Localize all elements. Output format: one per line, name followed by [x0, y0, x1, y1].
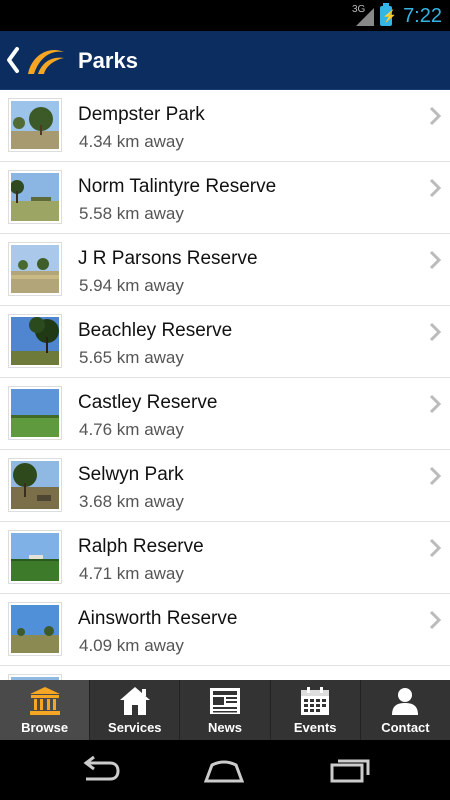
list-item[interactable]: Castley Reserve 4.76 km away: [0, 378, 450, 450]
contact-icon: [392, 688, 419, 715]
browse-icon: [29, 687, 60, 715]
list-item[interactable]: Selwyn Park 3.68 km away: [0, 450, 450, 522]
park-distance: 4.09 km away: [79, 636, 184, 655]
recents-nav-icon[interactable]: [326, 755, 374, 785]
events-icon: [301, 687, 330, 715]
chevron-right-icon: [429, 178, 442, 198]
back-icon[interactable]: [4, 45, 22, 75]
tab-label: Contact: [381, 720, 430, 735]
park-name: Beachley Reserve: [78, 320, 233, 341]
park-thumbnail: [8, 530, 62, 584]
services-icon: [119, 687, 150, 715]
tab-browse[interactable]: Browse: [0, 680, 91, 740]
chevron-right-icon: [429, 250, 442, 270]
park-name: Dempster Park: [78, 104, 205, 125]
park-name: Ralph Reserve: [78, 536, 204, 557]
list-item[interactable]: J R Parsons Reserve 5.94 km away: [0, 234, 450, 306]
tab-contact[interactable]: Contact: [361, 680, 450, 740]
tab-label: Services: [108, 720, 162, 735]
tab-label: Browse: [21, 720, 69, 735]
park-distance: 5.94 km away: [79, 276, 184, 295]
chevron-right-icon: [429, 538, 442, 558]
system-nav-bar: [0, 740, 450, 800]
chevron-right-icon: [429, 106, 442, 126]
tab-news[interactable]: News: [180, 680, 271, 740]
park-thumbnail: [8, 386, 62, 440]
list-item[interactable]: Beachley Reserve 5.65 km away: [0, 306, 450, 378]
bottom-tab-bar: Browse Services News Events Contact: [0, 680, 450, 740]
battery-icon: ⚡: [380, 3, 397, 26]
park-thumbnail: [8, 458, 62, 512]
park-name: Norm Talintyre Reserve: [78, 176, 277, 197]
park-distance: 5.65 km away: [79, 348, 184, 367]
chevron-right-icon: [429, 322, 442, 342]
chevron-right-icon: [429, 610, 442, 630]
parks-list: Dempster Park 4.34 km away Norm Talintyr…: [0, 90, 450, 680]
chevron-right-icon: [429, 466, 442, 486]
tab-label: News: [208, 720, 242, 735]
park-distance: 3.68 km away: [79, 492, 184, 511]
tab-label: Events: [293, 720, 337, 735]
park-name: Selwyn Park: [78, 464, 184, 485]
app-bar: Parks: [0, 31, 450, 90]
park-distance: 4.76 km away: [79, 420, 184, 439]
list-item[interactable]: Ainsworth Reserve 4.09 km away: [0, 594, 450, 666]
tab-services[interactable]: Services: [90, 680, 181, 740]
park-name: J R Parsons Reserve: [78, 248, 258, 269]
home-nav-icon[interactable]: [200, 755, 248, 785]
park-name: Ainsworth Reserve: [78, 608, 238, 629]
park-thumbnail: [8, 170, 62, 224]
tab-events[interactable]: Events: [271, 680, 361, 740]
chevron-right-icon: [429, 394, 442, 414]
park-distance: 5.58 km away: [79, 204, 184, 223]
news-icon: [210, 688, 240, 714]
park-thumbnail: [8, 314, 62, 368]
signal-icon: [356, 8, 374, 26]
park-name: Castley Reserve: [78, 392, 218, 413]
page-title: Parks: [78, 48, 138, 73]
list-item[interactable]: [0, 666, 450, 680]
park-thumbnail: [8, 602, 62, 656]
park-thumbnail: [8, 98, 62, 152]
app-logo[interactable]: [24, 44, 66, 78]
list-item[interactable]: Ralph Reserve 4.71 km away: [0, 522, 450, 594]
park-distance: 4.34 km away: [79, 132, 184, 151]
park-thumbnail: [8, 242, 62, 296]
list-item[interactable]: Norm Talintyre Reserve 5.58 km away: [0, 162, 450, 234]
status-time: 7:22: [403, 5, 442, 27]
park-distance: 4.71 km away: [79, 564, 184, 583]
list-item[interactable]: Dempster Park 4.34 km away: [0, 90, 450, 162]
back-nav-icon[interactable]: [76, 755, 124, 785]
status-bar: 3G ⚡ 7:22: [0, 0, 450, 31]
